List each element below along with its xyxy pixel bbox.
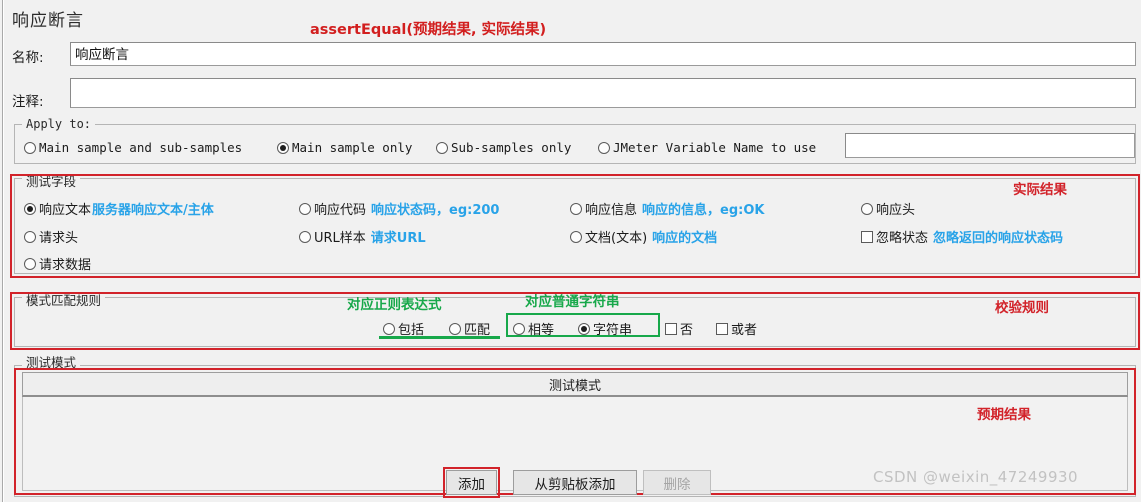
radio-icon[interactable]: [24, 230, 36, 243]
pattern-rule-option-label: 否: [680, 323, 694, 338]
apply-to-option-label: Main sample only: [292, 140, 413, 155]
radio-icon[interactable]: [861, 202, 873, 215]
radio-icon[interactable]: [24, 257, 36, 270]
test-field-option-hint: 忽略返回的响应状态码: [933, 231, 1064, 246]
pattern-rule-option-contains[interactable]: 包括: [383, 319, 424, 338]
radio-icon[interactable]: [513, 322, 525, 335]
window-left-border-highlight: [3, 0, 4, 502]
radio-icon[interactable]: [299, 202, 311, 215]
test-patterns-column-label: 测试模式: [548, 378, 601, 394]
radio-icon[interactable]: [570, 202, 582, 215]
test-field-option-hint: 响应的文档: [652, 231, 718, 246]
response-assertion-panel: 响应断言 assertEqual(预期结果, 实际结果) 名称: 响应断言 注释…: [0, 0, 1141, 502]
pattern-rule-option-not[interactable]: 否: [665, 319, 693, 338]
comment-input[interactable]: [70, 78, 1136, 108]
pattern-rule-option-substring[interactable]: 字符串: [578, 319, 632, 338]
jmeter-variable-input[interactable]: [845, 133, 1135, 158]
test-field-option-document-text[interactable]: 文档(文本) 响应的文档: [570, 227, 717, 246]
delete-button-label: 删除: [663, 476, 691, 493]
radio-icon[interactable]: [570, 230, 582, 243]
test-field-option-hint: 响应状态码，eg:200: [371, 203, 500, 218]
radio-icon[interactable]: [598, 141, 610, 154]
comment-label: 注释:: [12, 94, 44, 110]
pattern-rule-option-label: 匹配: [464, 323, 491, 338]
apply-to-option-label: Sub-samples only: [451, 140, 572, 155]
test-field-option-label: 响应文本: [39, 203, 92, 218]
apply-to-option-label: Main sample and sub-samples: [39, 140, 243, 155]
checkbox-icon[interactable]: [861, 230, 873, 243]
page-title: 响应断言: [12, 11, 84, 31]
test-field-option-response-code[interactable]: 响应代码 响应状态码，eg:200: [299, 199, 499, 218]
test-field-option-ignore-status[interactable]: 忽略状态 忽略返回的响应状态码: [861, 227, 1063, 246]
test-field-option-label: 请求数据: [39, 258, 92, 273]
annotation-validation-rule: 校验规则: [995, 300, 1049, 316]
radio-icon[interactable]: [299, 230, 311, 243]
annotation-actual-result: 实际结果: [1013, 182, 1067, 198]
pattern-rule-option-label: 字符串: [593, 323, 633, 338]
test-field-group-title: 测试字段: [22, 171, 81, 190]
test-field-option-label: 响应头: [876, 203, 916, 218]
pattern-rule-option-label: 相等: [528, 323, 555, 338]
test-field-group: [14, 178, 1136, 274]
name-label: 名称:: [12, 50, 44, 66]
radio-icon[interactable]: [449, 322, 461, 335]
annotation-assert-equal: assertEqual(预期结果, 实际结果): [310, 22, 547, 38]
test-patterns-table-header[interactable]: 测试模式: [22, 372, 1128, 397]
test-field-option-label: 文档(文本): [585, 231, 648, 246]
pattern-rules-group-title: 模式匹配规则: [22, 290, 106, 309]
test-field-option-request-data[interactable]: 请求数据: [24, 254, 91, 273]
name-input[interactable]: 响应断言: [70, 42, 1136, 66]
apply-to-option-label: JMeter Variable Name to use: [613, 140, 817, 155]
add-from-clipboard-button-label: 从剪贴板添加: [534, 476, 616, 493]
annotation-plain-string: 对应普通字符串: [525, 294, 620, 310]
test-field-option-response-headers[interactable]: 响应头: [861, 199, 915, 218]
radio-icon[interactable]: [24, 141, 36, 154]
add-button[interactable]: 添加: [446, 470, 497, 495]
annotation-regex: 对应正则表达式: [347, 297, 442, 313]
test-field-option-label: 忽略状态: [876, 231, 929, 246]
pattern-rule-option-or[interactable]: 或者: [716, 319, 757, 338]
pattern-rule-option-label: 或者: [731, 323, 758, 338]
test-field-option-response-message[interactable]: 响应信息 响应的信息，eg:OK: [570, 199, 764, 218]
pattern-rule-option-label: 包括: [398, 323, 425, 338]
pattern-rule-option-equals[interactable]: 相等: [513, 319, 554, 338]
test-field-option-hint: 服务器响应文本/主体: [92, 203, 214, 218]
pattern-rule-option-matches[interactable]: 匹配: [449, 319, 490, 338]
delete-button: 删除: [643, 470, 711, 495]
watermark: CSDN @weixin_47249930: [873, 468, 1079, 486]
radio-icon[interactable]: [578, 322, 590, 335]
test-field-option-label: 响应信息: [585, 203, 638, 218]
test-field-option-hint: 响应的信息，eg:OK: [642, 203, 765, 218]
apply-to-option-main-only[interactable]: Main sample only: [277, 140, 412, 155]
checkbox-icon[interactable]: [665, 322, 677, 335]
test-field-option-response-text[interactable]: 响应文本 服务器响应文本/主体: [24, 199, 214, 218]
apply-to-option-sub-only[interactable]: Sub-samples only: [436, 140, 571, 155]
test-field-option-label: 请求头: [39, 231, 79, 246]
radio-icon[interactable]: [436, 141, 448, 154]
checkbox-icon[interactable]: [716, 322, 728, 335]
apply-to-option-jmeter-variable[interactable]: JMeter Variable Name to use: [598, 140, 816, 155]
test-field-option-label: URL样本: [314, 231, 366, 246]
test-patterns-group-title: 测试模式: [22, 352, 81, 371]
radio-icon[interactable]: [277, 141, 289, 154]
add-button-label: 添加: [458, 476, 485, 493]
add-from-clipboard-button[interactable]: 从剪贴板添加: [513, 470, 637, 495]
radio-icon[interactable]: [24, 202, 36, 215]
apply-to-group-title: Apply to:: [22, 117, 96, 131]
test-field-option-request-headers[interactable]: 请求头: [24, 227, 78, 246]
test-field-option-label: 响应代码: [314, 203, 367, 218]
radio-icon[interactable]: [383, 322, 395, 335]
test-field-option-url-sample[interactable]: URL样本 请求URL: [299, 227, 426, 246]
test-field-option-hint: 请求URL: [370, 231, 426, 246]
annotation-expected-result: 预期结果: [977, 407, 1031, 423]
apply-to-option-main-and-sub[interactable]: Main sample and sub-samples: [24, 140, 242, 155]
